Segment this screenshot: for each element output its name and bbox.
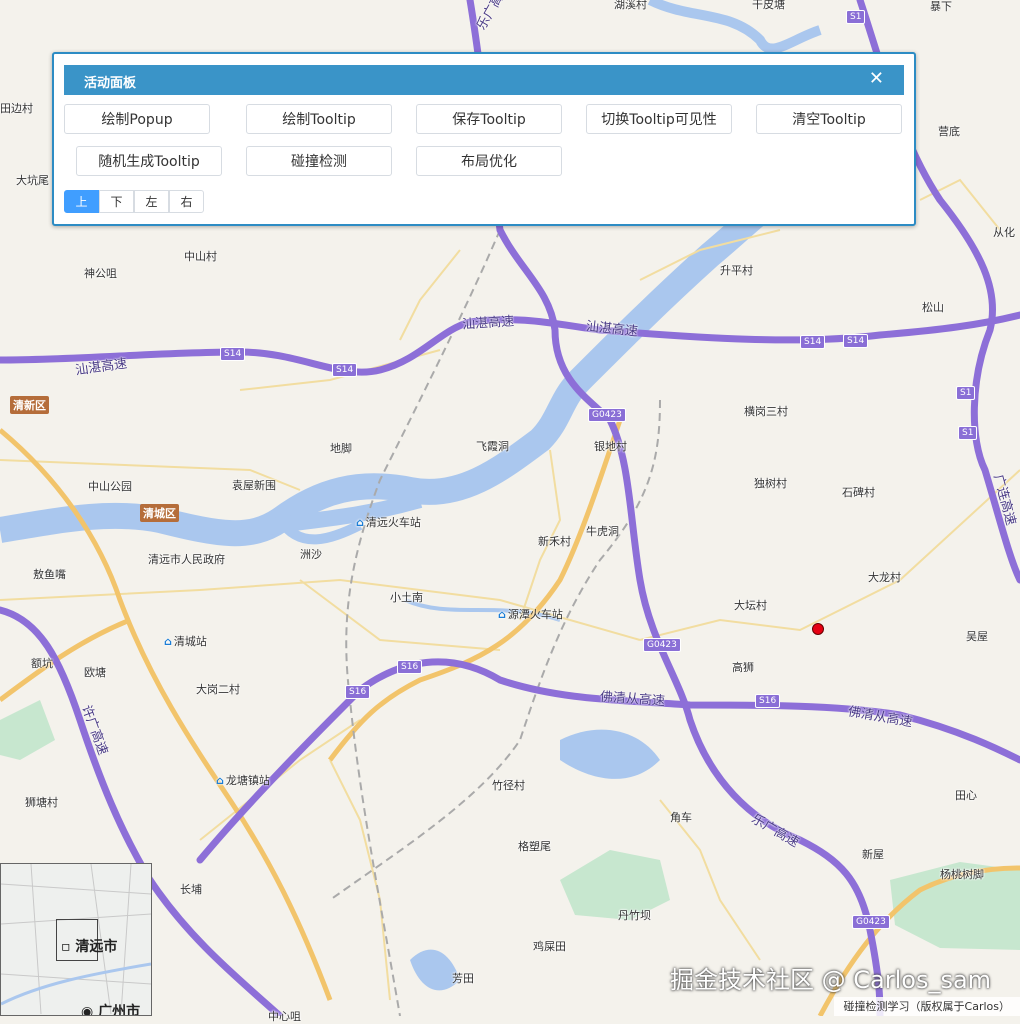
place-label: 升平村 <box>720 264 753 277</box>
place-label: 敖鱼嘴 <box>33 568 66 581</box>
place-label: 中山村 <box>184 250 217 263</box>
highway-shield: S14 <box>332 363 358 377</box>
place-label: 芳田 <box>452 972 474 985</box>
place-label: 独树村 <box>754 477 787 490</box>
station-label: ⌂ 清远火车站 <box>356 514 421 530</box>
place-label: 额坑 <box>31 657 53 670</box>
place-label: 银地村 <box>594 440 627 453</box>
station-icon: ⌂ <box>164 635 172 648</box>
place-label: 袁屋新围 <box>232 479 276 492</box>
place-label: 地脚 <box>330 442 352 455</box>
place-label: 石碑村 <box>842 486 875 499</box>
highway-shield: G0423 <box>852 915 890 929</box>
highway-shield: S14 <box>220 347 246 361</box>
place-label: 田心 <box>955 789 977 802</box>
place-label: 丹竹坝 <box>618 909 651 922</box>
station-icon: ⌂ <box>498 608 506 621</box>
place-label: 大坛村 <box>734 599 767 612</box>
direction-right-tab[interactable]: 右 <box>169 190 204 213</box>
place-label: 暴下 <box>930 0 952 13</box>
station-label: ⌂ 龙塘镇站 <box>216 772 270 788</box>
station-icon: ⌂ <box>216 774 224 787</box>
place-label: 干皮塘 <box>752 0 785 11</box>
overview-city2: 广州市 <box>98 1004 141 1016</box>
overview-map[interactable]: ▫ 清远市 ◉ 广州市 <box>0 863 152 1016</box>
highway-shield: G0423 <box>588 408 626 422</box>
district-label: 清城区 <box>140 504 179 522</box>
overview-city-label: ▫ 清远市 <box>61 939 118 955</box>
place-label: 飞霞洞 <box>476 440 509 453</box>
save-tooltip-button[interactable]: 保存Tooltip <box>416 104 562 134</box>
panel-title: 活动面板 <box>84 76 137 91</box>
station-name: 清城站 <box>173 635 207 648</box>
station-label: ⌂ 源潭火车站 <box>498 606 563 622</box>
overview-city1: 清远市 <box>75 939 118 955</box>
clear-tooltip-button[interactable]: 清空Tooltip <box>756 104 902 134</box>
place-label: 狮塘村 <box>25 796 58 809</box>
direction-down-tab[interactable]: 下 <box>99 190 134 213</box>
collision-detect-button[interactable]: 碰撞检测 <box>246 146 392 176</box>
direction-left-tab[interactable]: 左 <box>134 190 169 213</box>
place-label: 清远市人民政府 <box>148 553 225 566</box>
place-label: 洲沙 <box>300 548 322 561</box>
close-icon[interactable]: ✕ <box>869 68 884 89</box>
place-label: 长埔 <box>180 883 202 896</box>
place-label: 吴屋 <box>966 630 988 643</box>
place-label: 神公咀 <box>84 267 117 280</box>
place-label: 新禾村 <box>538 535 571 548</box>
toggle-tooltip-visibility-button[interactable]: 切换Tooltip可见性 <box>586 104 732 134</box>
panel-header: 活动面板 ✕ <box>64 65 904 95</box>
place-label: 大龙村 <box>868 571 901 584</box>
station-name: 清远火车站 <box>365 516 421 529</box>
place-label: 杨桃树脚 <box>940 868 984 881</box>
place-label: 从化 <box>993 226 1015 239</box>
place-label: 松山 <box>922 301 944 314</box>
place-label: 鸡屎田 <box>533 940 566 953</box>
road-label: 汕湛高速 <box>461 314 515 333</box>
place-label: 小土南 <box>390 591 423 604</box>
activity-panel: 活动面板 ✕ 绘制Popup 绘制Tooltip 保存Tooltip 切换Too… <box>52 52 916 226</box>
place-label: 中山公园 <box>88 480 132 493</box>
highway-shield: S14 <box>800 335 826 349</box>
place-label: 竹径村 <box>492 779 525 792</box>
highway-shield: S16 <box>755 694 781 708</box>
place-label: 角车 <box>670 811 692 824</box>
location-marker[interactable] <box>812 623 824 635</box>
place-label: 大岗二村 <box>196 683 240 696</box>
overview-city-label-2: ◉ 广州市 <box>81 1001 141 1016</box>
draw-popup-button[interactable]: 绘制Popup <box>64 104 210 134</box>
station-name: 源潭火车站 <box>507 608 563 621</box>
place-label: 高狮 <box>732 661 754 674</box>
place-label: 营底 <box>938 125 960 138</box>
attribution: 碰撞检测学习（版权属于Carlos） <box>833 997 1020 1016</box>
station-name: 龙塘镇站 <box>225 774 270 787</box>
place-label: 大坑尾 <box>16 174 49 187</box>
highway-shield: S1 <box>846 10 866 24</box>
place-label: 中心咀 <box>268 1010 301 1023</box>
station-label: ⌂ 清城站 <box>164 633 207 649</box>
highway-shield: S16 <box>345 685 371 699</box>
place-label: 湖溪村 <box>614 0 647 11</box>
random-tooltip-button[interactable]: 随机生成Tooltip <box>76 146 222 176</box>
station-icon: ⌂ <box>356 516 364 529</box>
watermark: 掘金技术社区 @ Carlos_sam <box>670 966 992 994</box>
place-label: 欧塘 <box>84 666 106 679</box>
place-label: 格塑尾 <box>518 840 551 853</box>
place-label: 横岗三村 <box>744 405 788 418</box>
place-label: 田边村 <box>0 102 33 115</box>
district-label: 清新区 <box>10 396 49 414</box>
layout-optimize-button[interactable]: 布局优化 <box>416 146 562 176</box>
draw-tooltip-button[interactable]: 绘制Tooltip <box>246 104 392 134</box>
direction-up-tab[interactable]: 上 <box>64 190 99 213</box>
place-label: 新屋 <box>862 848 884 861</box>
highway-shield: S14 <box>843 334 869 348</box>
highway-shield: G0423 <box>643 638 681 652</box>
highway-shield: S1 <box>956 386 976 400</box>
highway-shield: S1 <box>958 426 978 440</box>
place-label: 牛虎洞 <box>586 525 619 538</box>
highway-shield: S16 <box>397 660 423 674</box>
